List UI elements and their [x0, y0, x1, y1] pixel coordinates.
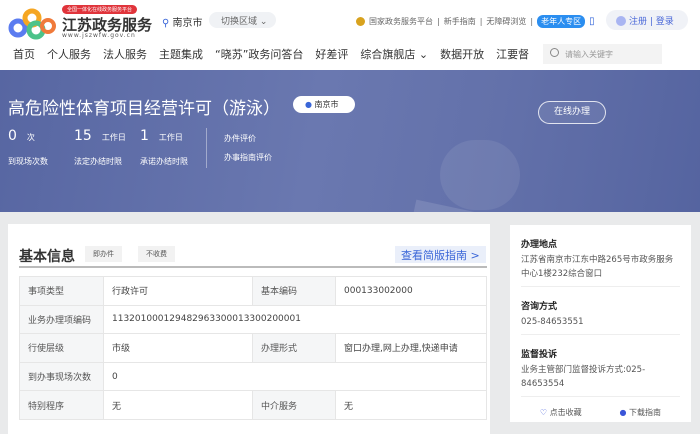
nav-open-data[interactable]: 数据开放 — [440, 46, 484, 62]
header: 全国一体化在线政务服务平台 江苏政务服务 www.jszwfw.gov.cn ⚲… — [0, 0, 700, 70]
supervise-title: 监督投诉 — [521, 350, 558, 360]
nav-rating[interactable]: 好差评 — [315, 46, 348, 62]
national-platform-link[interactable]: 国家政务服务平台 — [369, 16, 433, 27]
cell-value: 0 — [103, 361, 487, 392]
accessible-link[interactable]: 无障碍浏览 — [486, 16, 526, 27]
login-area: 注册 | 登录 — [606, 10, 688, 30]
site-logo-icon[interactable] — [8, 4, 58, 40]
consult-value: 025-84653551 — [521, 315, 680, 335]
favorite-label: 点击收藏 — [549, 408, 582, 417]
nav-supervise[interactable]: 江要督 — [496, 46, 529, 62]
stat-value: 0 — [8, 128, 17, 144]
download-label: 下载指南 — [629, 408, 662, 417]
stat-label: 法定办结时限 — [74, 157, 122, 166]
contact-card: 办理地点 江苏省南京市江东中路265号市政务服务中心1楼232综合窗口 咨询方式… — [510, 225, 691, 422]
download-guide-button[interactable]: ● 下载指南 — [601, 407, 681, 418]
table-row: 事项类型 行政许可 基本编码 000133002000 — [19, 276, 487, 306]
stat-value: 15 — [74, 128, 92, 144]
online-apply-button[interactable]: 在线办理 — [538, 101, 606, 124]
nav-themes[interactable]: 主题集成 — [159, 46, 203, 62]
cell-value: 113201000129482963300013300200001 — [103, 304, 487, 335]
table-row: 到办事现场次数 0 — [19, 361, 487, 392]
cell-key: 特别程序 — [19, 390, 104, 420]
table-row: 行使层级 市级 办理形式 窗口办理,网上办理,快递申请 — [19, 333, 487, 363]
cell-key: 中介服务 — [252, 390, 336, 420]
current-city: ⚲ 南京市 — [162, 14, 203, 29]
nav-qa[interactable]: “晓苏”政务问答台 — [215, 46, 303, 62]
stat-legal-limit: 15 工作日 — [74, 128, 126, 144]
switch-region-dropdown[interactable]: 切换区域 ⌄ — [209, 12, 276, 28]
stat-unit: 工作日 — [158, 133, 183, 142]
city-tag-label: 南京市 — [314, 100, 339, 109]
case-rating-link[interactable]: 办件评价 — [224, 133, 256, 144]
register-link[interactable]: 注册 — [629, 17, 647, 27]
location-title: 办理地点 — [521, 240, 558, 250]
cell-value: 无 — [103, 390, 253, 420]
switch-region-label: 切换区域 — [221, 17, 258, 27]
brand-url: www.jszwfw.gov.cn — [62, 32, 136, 39]
cell-key: 事项类型 — [19, 276, 104, 306]
top-links: 国家政务服务平台 | 新手指南 | 无障碍浏览 | 老年人专区 ▯ — [356, 15, 595, 28]
simple-guide-link[interactable]: 查看简版指南 > — [395, 246, 486, 263]
city-label: 南京市 — [172, 18, 203, 29]
main-nav: 首页 个人服务 法人服务 主题集成 “晓苏”政务问答台 好差评 综合旗舰店 ⌄ … — [13, 46, 529, 62]
stat-visits: 0次 — [8, 128, 35, 144]
tag-instant: 即办件 — [85, 246, 122, 262]
stat-promised-limit: 1 工作日 — [140, 128, 183, 144]
cell-key: 行使层级 — [19, 333, 104, 363]
divider — [19, 266, 487, 268]
search-input[interactable]: 请输入关键字 — [543, 44, 662, 64]
location-value: 江苏省南京市江东中路265号市政务服务中心1楼232综合窗口 — [521, 253, 680, 287]
nav-flagship[interactable]: 综合旗舰店 ⌄ — [360, 46, 428, 62]
national-emblem-icon — [356, 17, 365, 26]
table-row: 业务办理项编码 113201000129482963300013300200001 — [19, 304, 487, 335]
cell-value: 无 — [335, 390, 487, 420]
basic-info-card: 基本信息 即办件 不收费 查看简版指南 > 事项类型 行政许可 基本编码 000133… — [8, 224, 490, 434]
tag-free: 不收费 — [138, 246, 175, 262]
nav-home[interactable]: 首页 — [13, 46, 35, 62]
guide-rating-link[interactable]: 办事指南评价 — [224, 152, 272, 163]
search-icon — [550, 48, 559, 57]
location-pin-icon: ● — [619, 408, 627, 417]
user-avatar-icon — [616, 16, 626, 26]
nav-corporate[interactable]: 法人服务 — [103, 46, 147, 62]
slogan-badge: 全国一体化在线政务服务平台 — [62, 5, 138, 14]
favorite-button[interactable]: ♡ 点击收藏 — [521, 407, 601, 418]
mobile-icon[interactable]: ▯ — [589, 16, 595, 27]
cell-key: 业务办理项编码 — [19, 304, 104, 335]
chevron-down-icon: ⌄ — [259, 17, 268, 27]
cell-key: 到办事现场次数 — [19, 361, 104, 392]
side-actions: ♡ 点击收藏 ● 下载指南 — [521, 407, 680, 418]
page-title: 高危险性体育项目经营许可（游泳） — [8, 99, 280, 119]
cell-key: 基本编码 — [252, 276, 336, 306]
basic-info-table: 事项类型 行政许可 基本编码 000133002000 业务办理项编码 11320100… — [19, 276, 487, 420]
stat-unit: 工作日 — [101, 133, 126, 142]
stat-label: 承诺办结时限 — [140, 157, 188, 166]
nav-personal[interactable]: 个人服务 — [47, 46, 91, 62]
heart-icon: ♡ — [539, 408, 548, 417]
cell-value: 行政许可 — [103, 276, 253, 306]
city-tag: ● 南京市 — [293, 96, 355, 113]
elder-zone-button[interactable]: 老年人专区 — [537, 15, 586, 28]
table-row: 特别程序无中介服务无 — [19, 390, 487, 420]
stat-label: 到现场次数 — [8, 157, 48, 166]
consult-title: 咨询方式 — [521, 302, 558, 312]
location-pin-icon: ⚲ — [162, 18, 170, 29]
location-pin-icon: ● — [305, 100, 312, 109]
search-placeholder: 请输入关键字 — [565, 50, 613, 59]
section-title: 基本信息 — [19, 249, 75, 265]
cell-value: 000133002000 — [335, 276, 487, 306]
newbie-guide-link[interactable]: 新手指南 — [444, 16, 476, 27]
stat-value: 1 — [140, 128, 149, 144]
supervise-value: 业务主管部门监督投诉方式:025-84653554 — [521, 363, 680, 397]
cell-key: 办理形式 — [252, 333, 336, 363]
stat-unit: 次 — [26, 133, 35, 142]
divider — [206, 128, 207, 168]
cell-value: 窗口办理,网上办理,快递申请 — [335, 333, 487, 363]
login-link[interactable]: 登录 — [656, 17, 674, 27]
cell-value: 市级 — [103, 333, 253, 363]
